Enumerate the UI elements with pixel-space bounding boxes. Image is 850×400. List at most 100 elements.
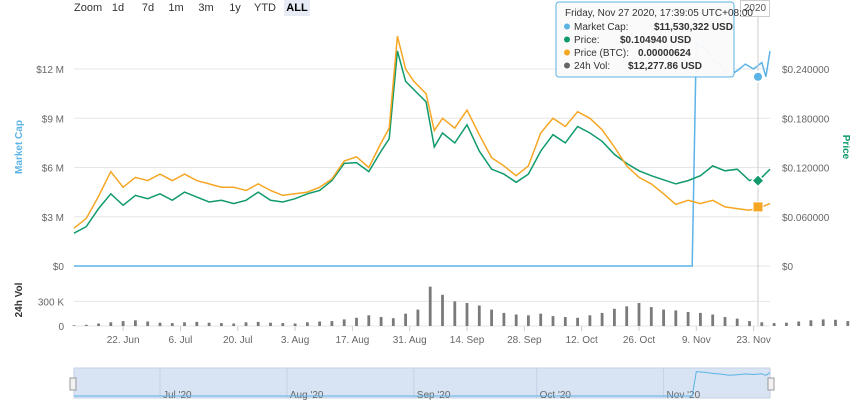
- x-axis-tick-label: 23. Nov: [736, 335, 770, 346]
- volume-bar: [490, 309, 493, 326]
- volume-bar: [232, 323, 236, 326]
- volume-bar: [379, 317, 383, 326]
- volume-bar: [686, 312, 690, 326]
- price-btc-marker: [752, 201, 764, 213]
- navigator-handle-left[interactable]: [69, 377, 77, 391]
- volume-tick-label: 300 K: [38, 297, 64, 308]
- volume-bar: [711, 314, 715, 326]
- volume-bar: [723, 317, 727, 326]
- volume-bar: [748, 321, 751, 326]
- volume-tick-label: 0: [58, 322, 64, 333]
- tooltip-row-label: Price:: [574, 35, 600, 46]
- x-axis-tick-label: 9. Nov: [682, 335, 711, 346]
- x-axis-tick-label: 28. Sep: [507, 335, 542, 346]
- volume-bar: [735, 318, 739, 326]
- tooltip: Friday, Nov 27 2020, 17:39:05 UTC+08:00 M…: [555, 1, 753, 78]
- navigator-handle-right[interactable]: [767, 377, 775, 391]
- volume-bar: [674, 310, 678, 326]
- volume-bar: [588, 315, 592, 326]
- tooltip-row-label: Market Cap:: [574, 22, 628, 33]
- left-axis-tick-label: $9 M: [42, 114, 64, 125]
- navigator-tick-label: Sep '20: [417, 390, 451, 400]
- volume-bar: [281, 323, 285, 326]
- x-axis-tick-label: 26. Oct: [623, 335, 655, 346]
- volume-bar: [183, 322, 186, 326]
- volume-bar: [662, 309, 665, 326]
- volume-pane: 0 300 K 24h Vol: [14, 282, 850, 333]
- left-axis-tick-label: $0: [53, 262, 65, 273]
- volume-bar: [342, 319, 346, 326]
- volume-bar: [649, 307, 653, 326]
- volume-bar: [465, 303, 469, 326]
- volume-bar: [797, 321, 801, 326]
- x-axis-tick-label: 6. Jul: [168, 335, 192, 346]
- x-axis-tick-label: 3. Aug: [281, 335, 309, 346]
- navigator-tick-label: Jul '20: [163, 390, 192, 400]
- navigator-tick-label: Aug '20: [290, 390, 324, 400]
- volume-bar: [772, 323, 776, 326]
- volume-bar: [293, 323, 297, 326]
- volume-bar: [391, 318, 395, 326]
- volume-bar: [846, 321, 850, 326]
- volume-bar: [441, 294, 444, 326]
- volume-bar: [134, 320, 137, 327]
- right-axis-tick-label: $0.180000: [782, 114, 830, 125]
- volume-bar: [502, 312, 506, 326]
- x-axis-tick-label: 22. Jun: [107, 335, 140, 346]
- volume-bar: [514, 314, 518, 326]
- left-axis-tick-label: $6 M: [42, 164, 64, 175]
- navigator[interactable]: Jul '20 Aug '20 Sep '20 Oct '20 Nov '20: [69, 367, 775, 400]
- volume-bar: [355, 317, 358, 326]
- tooltip-row-value: $12,277.86 USD: [628, 61, 702, 72]
- volume-bar: [244, 322, 248, 326]
- volume-bar: [404, 313, 407, 326]
- tooltip-row-value: $0.104940 USD: [620, 35, 691, 46]
- volume-bar: [453, 301, 457, 326]
- tooltip-legend-dot: [564, 62, 570, 69]
- x-axis-tick-label: 31. Aug: [393, 335, 427, 346]
- volume-axis-title: 24h Vol: [14, 282, 25, 317]
- volume-bar: [428, 286, 432, 326]
- series-line-price: [73, 50, 771, 234]
- right-axis-title: Price: [840, 135, 850, 160]
- volume-bar: [760, 322, 764, 326]
- volume-bar: [834, 319, 837, 326]
- tooltip-header: Friday, Nov 27 2020, 17:39:05 UTC+08:00: [565, 8, 753, 19]
- volume-bar: [477, 305, 481, 326]
- volume-bar: [146, 321, 150, 326]
- volume-bar: [72, 325, 76, 326]
- navigator-tick-label: Oct '20: [540, 390, 572, 400]
- volume-bar: [416, 309, 420, 326]
- right-axis-tick-label: $0: [782, 262, 794, 273]
- tooltip-row-label: 24h Vol:: [574, 61, 610, 72]
- volume-bar: [269, 322, 272, 326]
- x-axis-tick-label: 17. Aug: [335, 335, 369, 346]
- volume-bar: [84, 324, 88, 326]
- volume-bar: [330, 321, 334, 326]
- volume-bar: [809, 320, 813, 327]
- volume-bar: [625, 306, 629, 326]
- volume-bar: [158, 322, 162, 326]
- volume-bar: [367, 315, 371, 326]
- volume-bar: [821, 319, 825, 326]
- x-axis-tick-label: 12. Oct: [566, 335, 598, 346]
- axes: $0 $3 M $6 M $9 M $12 M $0 $0.060000 $0.120000 $…: [14, 65, 850, 346]
- x-axis-tick-label: 20. Jul: [223, 335, 252, 346]
- volume-bar: [551, 316, 555, 326]
- volume-bar: [256, 321, 260, 326]
- left-axis-tick-label: $3 M: [42, 213, 64, 224]
- left-axis-title: Market Cap: [14, 120, 25, 174]
- volume-bar: [220, 323, 223, 326]
- chart: $0 $3 M $6 M $9 M $12 M $0 $0.060000 $0.120000 $…: [14, 1, 850, 400]
- right-axis-tick-label: $0.240000: [782, 65, 830, 76]
- volume-bar: [785, 322, 788, 326]
- tooltip-legend-dot: [564, 23, 570, 30]
- volume-bar: [613, 308, 616, 327]
- volume-bar: [170, 323, 174, 326]
- x-axis-tick-label: 14. Sep: [450, 335, 485, 346]
- volume-bar: [207, 322, 211, 326]
- right-axis-tick-label: $0.120000: [782, 164, 830, 175]
- tooltip-row-value: 0.00000624: [638, 48, 691, 59]
- tooltip-legend-dot: [564, 49, 570, 56]
- volume-bar: [97, 323, 100, 326]
